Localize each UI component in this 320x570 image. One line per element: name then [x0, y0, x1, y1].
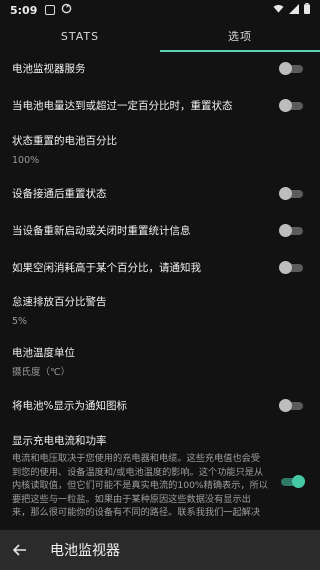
setting-reset-on-plug[interactable]: 设备接通后重置状态: [0, 176, 320, 212]
sync-icon: [61, 3, 72, 17]
tab-bar: STATS 选项: [0, 20, 320, 52]
setting-reset-on-reboot[interactable]: 当设备重新启动或关闭时重置统计信息: [0, 212, 320, 249]
setting-title: 怠速排放百分比警告: [12, 296, 107, 308]
back-arrow-icon[interactable]: [0, 530, 40, 570]
tab-label: 选项: [228, 30, 252, 43]
battery-icon: [304, 3, 310, 17]
setting-value: 100%: [12, 155, 40, 166]
setting-value: 摄氏度（℃）: [12, 367, 71, 378]
setting-title: 电池监视器服务: [12, 63, 86, 75]
setting-title: 如果空闲消耗高于某个百分比，请通知我: [12, 261, 201, 274]
toggle-switch[interactable]: [279, 98, 303, 112]
app-title: 电池监视器: [50, 543, 120, 559]
toggle-switch[interactable]: [279, 187, 303, 200]
setting-battery-monitor-service[interactable]: 电池监视器服务: [0, 52, 320, 86]
notification-icon: [45, 5, 56, 15]
toggle-switch[interactable]: [279, 260, 303, 274]
setting-title: 状态重置的电池百分比: [12, 135, 117, 147]
signal-icon: [289, 3, 299, 17]
status-bar: 5:09: [0, 0, 320, 20]
bottom-app-bar: 电池监视器: [0, 530, 320, 570]
wifi-icon: [273, 4, 284, 17]
tab-options[interactable]: 选项: [160, 20, 320, 52]
settings-list: 电池监视器服务 当电池电量达到或超过一定百分比时，重置状态 状态重置的电池百分比…: [0, 52, 320, 530]
setting-percent-notification-icon[interactable]: 将电池%显示为通知图标: [0, 388, 320, 424]
setting-idle-drain-warning[interactable]: 怠速排放百分比警告 5%: [0, 286, 320, 337]
tab-label: STATS: [60, 29, 100, 43]
setting-reset-percentage[interactable]: 状态重置的电池百分比 100%: [0, 125, 320, 176]
setting-temperature-unit[interactable]: 电池温度单位 摄氏度（℃）: [0, 337, 320, 388]
status-time: 5:09: [10, 3, 38, 17]
setting-title: 当设备重新启动或关闭时重置统计信息: [12, 224, 191, 237]
tab-stats[interactable]: STATS: [0, 20, 160, 52]
setting-show-charging-current[interactable]: 显示充电电流和功率 电流和电压取决于您使用的充电器和电缆。这些充电值也会受到您的…: [0, 424, 320, 530]
setting-value: 5%: [12, 316, 28, 327]
toggle-switch[interactable]: [279, 62, 303, 75]
setting-reset-on-percentage[interactable]: 当电池电量达到或超过一定百分比时，重置状态: [0, 86, 320, 125]
toggle-switch[interactable]: [279, 399, 303, 412]
setting-idle-drain-notify[interactable]: 如果空闲消耗高于某个百分比，请通知我: [0, 249, 320, 286]
setting-title: 将电池%显示为通知图标: [12, 400, 127, 412]
setting-description: 电流和电压取决于您使用的充电器和电缆。这些充电值也会受到您的使用、设备温度和/或…: [12, 453, 268, 518]
toggle-switch[interactable]: [281, 475, 305, 488]
setting-title: 显示充电电流和功率: [12, 435, 107, 447]
setting-title: 当电池电量达到或超过一定百分比时，重置状态: [12, 99, 233, 112]
setting-title: 电池温度单位: [12, 347, 75, 359]
setting-title: 设备接通后重置状态: [12, 188, 107, 200]
toggle-switch[interactable]: [279, 223, 303, 237]
